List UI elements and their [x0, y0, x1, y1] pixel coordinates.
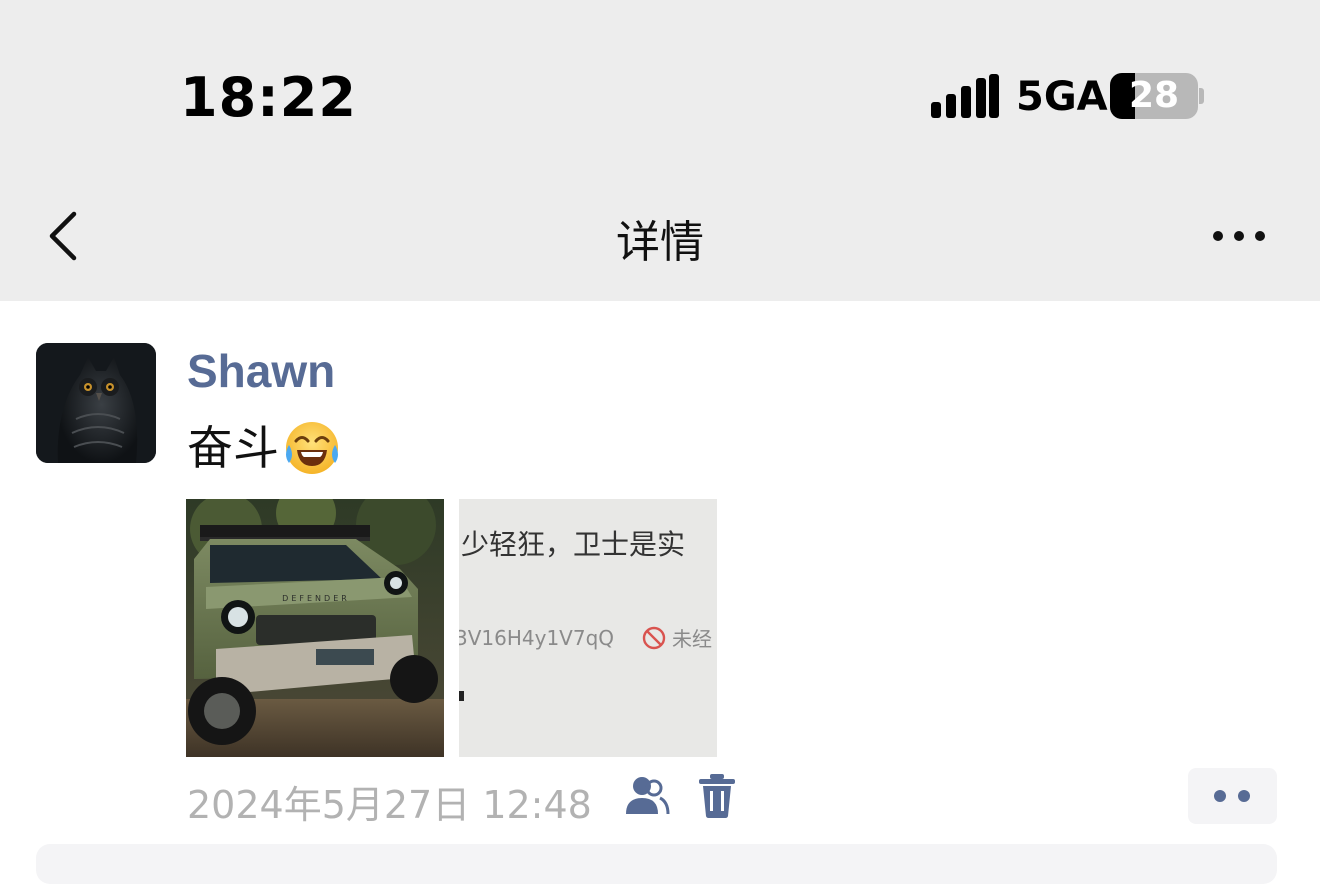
post-action-button[interactable] [1188, 768, 1277, 824]
comment-area [36, 844, 1277, 884]
post-photo-suv[interactable]: DEFENDER [186, 499, 444, 757]
battery-tip [1199, 88, 1204, 104]
post-timestamp: 2024年5月27日 12:48 [187, 783, 592, 827]
action-dot-right [1238, 790, 1250, 802]
suv-photo-image: DEFENDER [186, 499, 444, 757]
status-bar: 18:22 5GA 28 [0, 0, 1320, 180]
author-name[interactable]: Shawn [187, 344, 335, 398]
screenshot-title-text: 少轻狂，卫士是实 [461, 528, 686, 561]
screenshot-marker [459, 691, 464, 701]
post-photo-screenshot[interactable]: 少轻狂，卫士是实 3V16H4y1V7qQ 未经 [459, 499, 717, 757]
page-title: 详情 [616, 217, 704, 268]
post-text-content: 奋斗 [187, 421, 279, 475]
trash-icon[interactable] [698, 774, 736, 818]
suv-badge: DEFENDER [282, 594, 350, 603]
nav-bar: 详情 [0, 180, 1320, 301]
status-time: 18:22 [180, 66, 357, 129]
friends-visibility-icon[interactable] [624, 776, 670, 816]
ban-icon [642, 626, 666, 649]
tears-of-joy-emoji-icon [286, 422, 338, 474]
more-dots-icon[interactable] [1206, 216, 1272, 256]
action-dot-left [1214, 790, 1226, 802]
screenshot-note: 未经 [672, 627, 713, 651]
avatar[interactable] [36, 343, 156, 463]
battery-level: 28 [1128, 75, 1180, 116]
battery-icon: 28 [1110, 73, 1198, 119]
owl-avatar-image [36, 343, 156, 463]
signal-bars-icon [931, 74, 999, 118]
screenshot-meta-text: 3V16H4y1V7qQ 未经 [459, 623, 712, 652]
post-text: 奋斗 [187, 418, 341, 478]
screenshot-code: 3V16H4y1V7qQ [459, 625, 615, 650]
network-type: 5GA [1016, 74, 1108, 120]
